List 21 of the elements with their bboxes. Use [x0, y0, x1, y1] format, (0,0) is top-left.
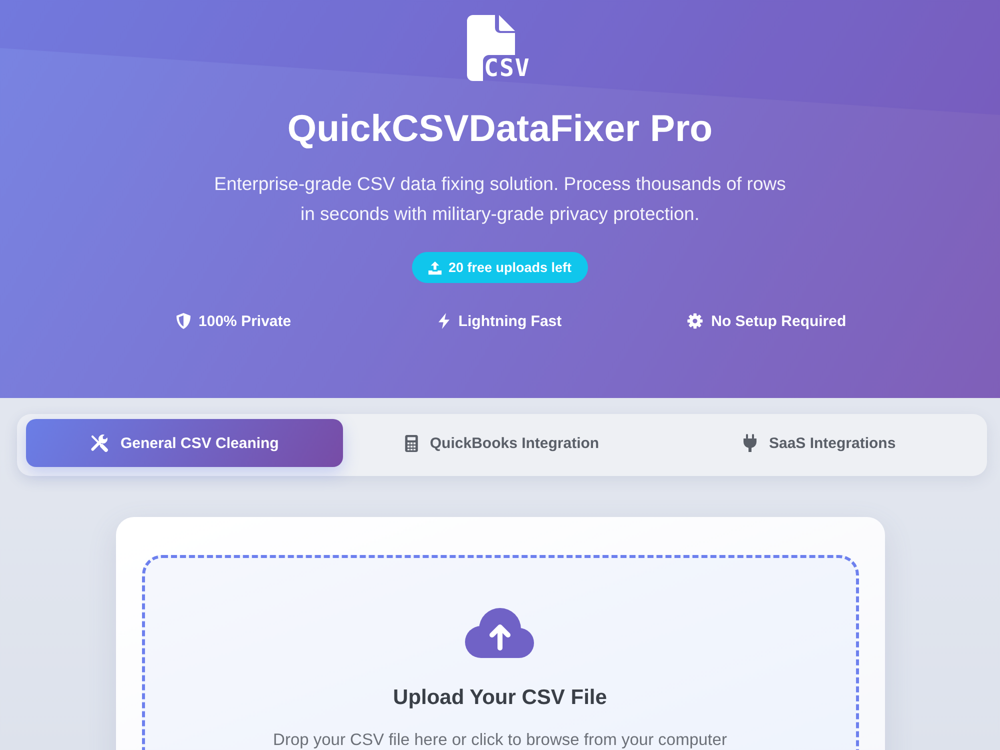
tools-icon — [90, 434, 108, 452]
uploads-left-text: 20 free uploads left — [448, 260, 572, 275]
tab[interactable]: QuickBooks Integration — [343, 419, 661, 467]
upload-icon — [428, 260, 442, 274]
upload-hint: Drop your CSV file here or click to browse from your computer — [273, 730, 727, 750]
app-subtitle: Enterprise-grade CSV data fixing solution. Process thousands of rows in seconds with military-grade privacy protection. — [213, 172, 787, 226]
upload-title: Upload Your CSV File — [393, 685, 607, 711]
tab[interactable]: General CSV Cleaning — [26, 419, 344, 467]
logo-text: CSV — [484, 55, 530, 81]
feature-label: 100% Private — [198, 312, 292, 330]
cloud-upload-icon — [465, 608, 535, 658]
calculator-icon — [404, 434, 418, 452]
app-title: QuickCSVDataFixer Pro — [287, 106, 713, 151]
file-drop-zone[interactable]: Upload Your CSV File Drop your CSV file here or click to browse from your computer — [142, 555, 858, 750]
tab[interactable]: SaaS Integrations — [660, 419, 978, 467]
gear-icon — [687, 313, 704, 329]
shield-icon — [176, 313, 191, 329]
feature-label: No Setup Required — [711, 312, 846, 330]
plug-icon — [742, 434, 757, 452]
feature-label: Lightning Fast — [458, 312, 562, 330]
lightning-icon — [438, 313, 450, 329]
